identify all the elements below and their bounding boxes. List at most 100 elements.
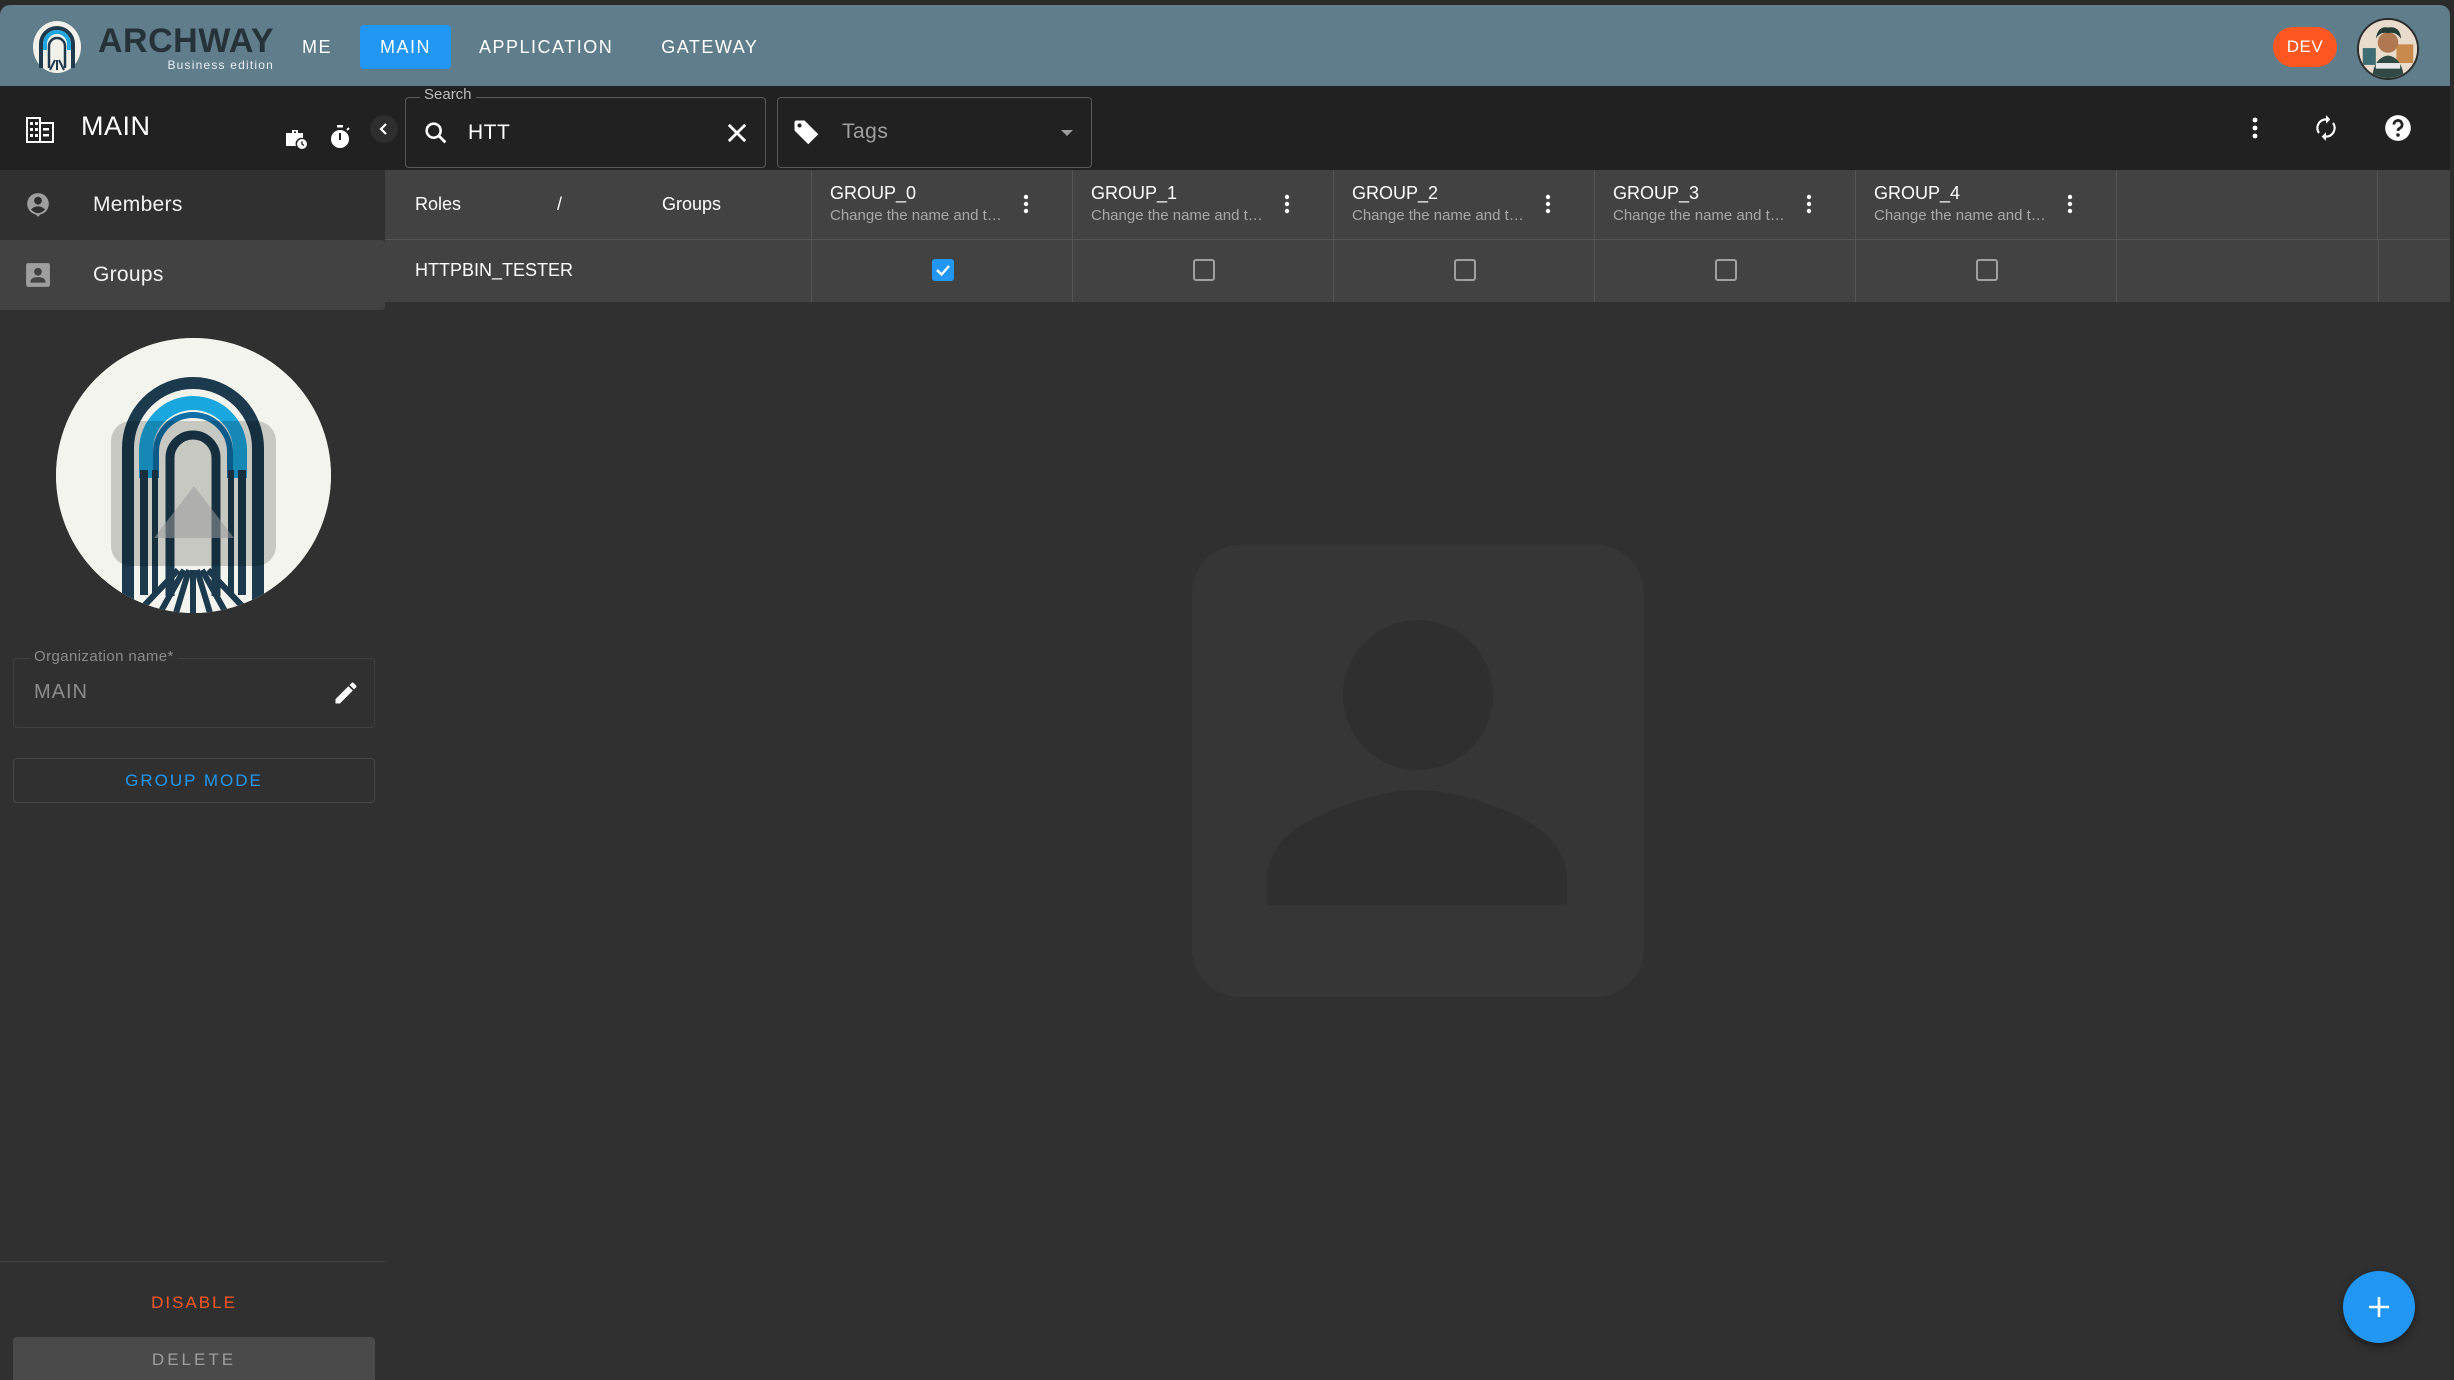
group-name: GROUP_1 xyxy=(1091,183,1178,203)
checkbox-unchecked[interactable] xyxy=(1454,259,1476,281)
sidebar-item-members[interactable]: Members xyxy=(0,170,385,240)
organization-logo[interactable] xyxy=(56,338,331,613)
empty-header-cell xyxy=(2117,170,2378,239)
organization-name-label: Organization name* xyxy=(30,648,178,665)
table-row: HTTPBIN_TESTER xyxy=(385,240,2450,302)
organization-icon xyxy=(26,117,54,143)
sidebar-item-label: Groups xyxy=(93,263,164,286)
group-name: GROUP_0 xyxy=(830,183,917,203)
group-name: GROUP_3 xyxy=(1613,183,1700,203)
chevron-left-icon xyxy=(379,123,387,135)
membership-cell xyxy=(1334,240,1595,302)
archway-logo-icon xyxy=(33,21,81,73)
plus-icon xyxy=(2369,1297,2389,1317)
groups-header: Groups xyxy=(662,194,722,214)
account-box-icon xyxy=(26,263,50,287)
group-description: Change the name and t… xyxy=(1874,207,2046,224)
group-column-header[interactable]: GROUP_0 Change the name and t… xyxy=(812,170,1073,239)
tags-placeholder: Tags xyxy=(842,120,889,143)
nav-gateway[interactable]: GATEWAY xyxy=(641,25,778,69)
roles-header: Roles xyxy=(415,194,462,214)
role-name: HTTPBIN_TESTER xyxy=(415,260,574,280)
more-vert-icon[interactable] xyxy=(2060,190,2080,220)
empty-cell xyxy=(2378,240,2450,302)
work-history-button[interactable] xyxy=(278,120,314,156)
group-description: Change the name and t… xyxy=(1091,207,1263,224)
search-field[interactable]: Search xyxy=(405,86,766,168)
disable-button[interactable]: DISABLE xyxy=(13,1282,375,1324)
help-button[interactable] xyxy=(2380,110,2416,146)
sidebar-item-groups[interactable]: Groups xyxy=(0,240,385,310)
membership-cell xyxy=(812,240,1073,302)
search-label: Search xyxy=(420,86,476,103)
nav-application[interactable]: APPLICATION xyxy=(459,25,633,69)
more-vert-icon xyxy=(2252,117,2258,139)
group-name: GROUP_2 xyxy=(1352,183,1439,203)
nav-me[interactable]: ME xyxy=(282,25,352,69)
tags-select[interactable]: Tags xyxy=(777,97,1092,168)
more-vert-icon[interactable] xyxy=(1016,190,1036,220)
add-button[interactable] xyxy=(2343,1271,2415,1343)
avatar-image-icon xyxy=(2359,20,2417,78)
delete-button[interactable]: DELETE xyxy=(13,1337,375,1380)
more-vert-icon[interactable] xyxy=(1277,190,1297,220)
app-bar: ARCHWAY Business edition ME MAIN APPLICA… xyxy=(0,5,2450,86)
checkbox-checked[interactable] xyxy=(932,259,954,281)
sidebar-divider xyxy=(0,1261,385,1262)
top-nav: ME MAIN APPLICATION GATEWAY xyxy=(282,25,778,69)
chevron-down-icon xyxy=(1061,130,1073,136)
grid-header: Roles / Groups GROUP_0 Change the name a… xyxy=(385,170,2450,240)
group-description: Change the name and t… xyxy=(1613,207,1785,224)
tag-icon xyxy=(794,120,819,145)
sidebar-item-label: Members xyxy=(93,193,183,216)
roles-groups-grid: Roles / Groups GROUP_0 Change the name a… xyxy=(385,170,2450,302)
group-name: GROUP_4 xyxy=(1874,183,1961,203)
edit-pencil-icon[interactable] xyxy=(332,679,360,707)
clear-search-icon[interactable] xyxy=(723,119,751,147)
group-description: Change the name and t… xyxy=(1352,207,1524,224)
sidebar: MAIN Members Groups Organization name* M… xyxy=(0,86,398,1380)
header-separator: / xyxy=(557,194,563,214)
group-column-header[interactable]: GROUP_3 Change the name and t… xyxy=(1595,170,1856,239)
sidebar-toolbar: MAIN xyxy=(0,86,385,170)
app-window: ARCHWAY Business edition ME MAIN APPLICA… xyxy=(0,5,2450,1380)
checkbox-unchecked[interactable] xyxy=(1715,259,1737,281)
refresh-button[interactable] xyxy=(2308,110,2344,146)
checkbox-unchecked[interactable] xyxy=(1976,259,1998,281)
nav-main[interactable]: MAIN xyxy=(360,25,451,69)
group-description: Change the name and t… xyxy=(830,207,1002,224)
more-vert-icon[interactable] xyxy=(1799,190,1819,220)
roles-groups-header-cell: Roles / Groups xyxy=(385,170,812,239)
main-toolbar: Search Tags xyxy=(385,86,2450,170)
group-column-header[interactable]: GROUP_4 Change the name and t… xyxy=(1856,170,2117,239)
more-vert-icon[interactable] xyxy=(1538,190,1558,220)
brand-name: ARCHWAY xyxy=(98,21,275,60)
help-icon xyxy=(2385,115,2411,141)
sidebar-title: MAIN xyxy=(81,111,151,141)
more-options-button[interactable] xyxy=(2237,110,2273,146)
group-mode-button[interactable]: GROUP MODE xyxy=(13,758,375,803)
brand-subtitle: Business edition xyxy=(167,57,275,72)
membership-cell xyxy=(1595,240,1856,302)
membership-cell xyxy=(1856,240,2117,302)
empty-cell xyxy=(2117,240,2378,302)
placeholder-person-icon xyxy=(1192,545,1644,997)
role-cell: HTTPBIN_TESTER xyxy=(385,240,812,302)
brand[interactable]: ARCHWAY Business edition xyxy=(30,20,274,74)
group-column-header[interactable]: GROUP_1 Change the name and t… xyxy=(1073,170,1334,239)
search-input[interactable] xyxy=(468,114,708,152)
organization-name-value: MAIN xyxy=(34,681,88,703)
user-avatar[interactable] xyxy=(2357,18,2419,80)
env-badge[interactable]: DEV xyxy=(2273,27,2337,67)
work-history-icon xyxy=(286,130,307,149)
sync-icon xyxy=(2316,115,2336,141)
organization-name-field[interactable]: Organization name* MAIN xyxy=(13,648,375,728)
checkbox-unchecked[interactable] xyxy=(1193,259,1215,281)
timer-icon xyxy=(331,125,350,148)
account-circle-icon xyxy=(27,193,49,217)
timer-button[interactable] xyxy=(322,119,358,155)
membership-cell xyxy=(1073,240,1334,302)
search-icon xyxy=(425,122,447,144)
collapse-sidebar-button[interactable] xyxy=(370,115,398,143)
group-column-header[interactable]: GROUP_2 Change the name and t… xyxy=(1334,170,1595,239)
